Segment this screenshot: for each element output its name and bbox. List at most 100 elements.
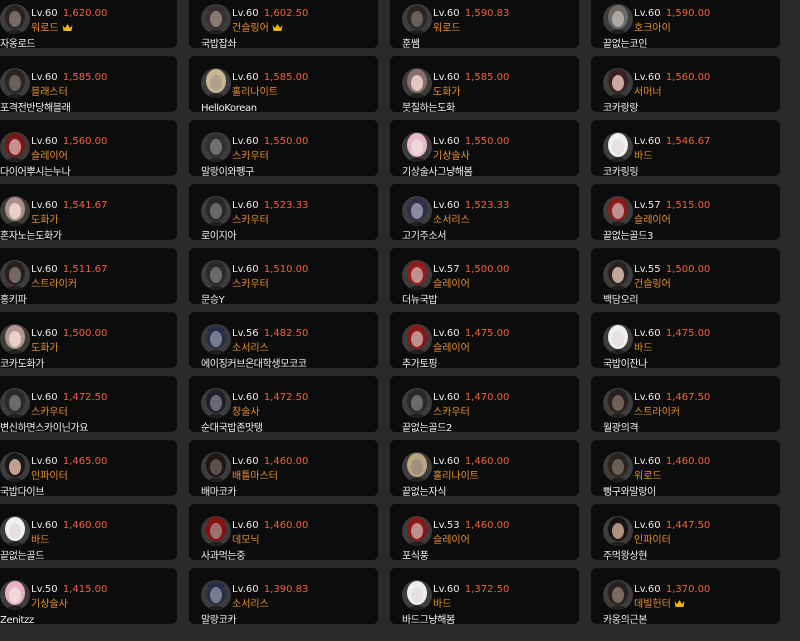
- character-name: 다이어뿌시는누나: [0, 167, 71, 176]
- character-card[interactable]: Lv.60 1,585.00 도화가 붓칠하는도화: [390, 56, 579, 112]
- character-card[interactable]: Lv.60 1,546.67 바드코카링링: [591, 120, 780, 176]
- character-card[interactable]: Lv.60 1,475.00 바드 국밥이잔나: [591, 312, 780, 368]
- character-class: 바드: [634, 343, 653, 354]
- level-score: Lv.60 1,590.83: [433, 7, 509, 20]
- character-card[interactable]: Lv.60 1,472.50 창술사 순대국밥존맛탱: [189, 376, 378, 432]
- item-level-score: 1,472.50: [263, 392, 309, 403]
- item-level-score: 1,546.67: [665, 136, 711, 147]
- item-level-score: 1,510.00: [263, 264, 309, 275]
- character-class: 기상술사: [433, 151, 470, 162]
- character-level: Lv.60: [31, 72, 58, 83]
- level-score: Lv.60 1,585.00: [31, 71, 107, 84]
- character-level: Lv.60: [634, 136, 661, 147]
- character-class: 소서리스: [232, 343, 269, 354]
- character-card[interactable]: Lv.60 1,550.00 스카우터 말랑이와펭구: [189, 120, 378, 176]
- class-row: 워로드: [433, 22, 461, 35]
- character-avatar: [0, 68, 30, 98]
- character-level: Lv.60: [433, 392, 460, 403]
- character-name: 변신하면스카이닌가요: [0, 423, 89, 432]
- item-level-score: 1,590.83: [464, 8, 510, 19]
- class-row: 스카우터: [31, 406, 68, 419]
- character-class: 스카우터: [433, 407, 470, 418]
- character-card[interactable]: Lv.60 1,460.00 배틀마스터 배마코카: [189, 440, 378, 496]
- class-row: 바드: [634, 150, 652, 163]
- item-level-score: 1,560.00: [665, 72, 711, 83]
- character-class: 바드: [433, 599, 452, 610]
- level-score: Lv.60 1,620.00: [31, 7, 107, 20]
- character-card[interactable]: Lv.60 1,560.00 서머너 코카랑랑: [591, 56, 780, 112]
- character-card[interactable]: Lv.60 1,523.33 스카우터 로이지아: [189, 184, 378, 240]
- character-card[interactable]: Lv.60 1,460.00 홀리나이트 끝없는자식: [390, 440, 579, 496]
- character-avatar: [603, 4, 633, 34]
- crown-icon: [62, 23, 73, 36]
- level-score: Lv.60 1,467.50: [634, 391, 710, 404]
- character-card[interactable]: Lv.57 1,515.00 슬레이어 끝없는골드3: [591, 184, 780, 240]
- character-avatar: [201, 580, 231, 610]
- character-level: Lv.60: [232, 8, 259, 19]
- character-card[interactable]: Lv.60 1,467.50 스트라이커 월광의격: [591, 376, 780, 432]
- character-card[interactable]: Lv.60 1,585.00 홀리나이트 HelloKorean: [189, 56, 378, 112]
- character-card[interactable]: Lv.60 1,460.00 바드 끝없는골드: [0, 504, 177, 560]
- character-card[interactable]: Lv.56 1,482.50 소서리스 에이징커브온대학생모코코: [189, 312, 378, 368]
- character-avatar: [603, 516, 633, 546]
- item-level-score: 1,460.00: [263, 456, 309, 467]
- character-card[interactable]: Lv.57 1,500.00 슬레이어 더뉴국밥: [390, 248, 579, 304]
- character-avatar: [0, 132, 30, 162]
- character-grid: Lv.60 1,620.00 워로드 자옹로드 Lv.60 1,602.50 건슬링어 국…: [0, 0, 800, 624]
- character-avatar: [402, 324, 432, 354]
- character-card[interactable]: Lv.60 1,460.00 데모닉 사과먹는중: [189, 504, 378, 560]
- character-card[interactable]: Lv.60 1,590.83 워로드 훈쌤: [390, 0, 579, 48]
- character-card[interactable]: Lv.60 1,560.00 슬레이어 다이어뿌시는누나: [0, 120, 177, 176]
- item-level-score: 1,550.00: [263, 136, 309, 147]
- level-score: Lv.60 1,470.00: [433, 391, 509, 404]
- character-card[interactable]: Lv.60 1,370.00 데빌헌터 카옹의근본: [591, 568, 780, 624]
- character-card[interactable]: Lv.60 1,500.00 도화가 코카도화가: [0, 312, 177, 368]
- character-card[interactable]: Lv.60 1,620.00 워로드 자옹로드: [0, 0, 177, 48]
- character-card[interactable]: Lv.60 1,465.00 인파이터 국밥다이브: [0, 440, 177, 496]
- character-card[interactable]: Lv.60 1,511.67 스트라이커 홍키파: [0, 248, 177, 304]
- character-card[interactable]: Lv.60 1,510.00 스카우터 문승Y: [189, 248, 378, 304]
- character-card[interactable]: Lv.60 1,390.83 소서리스 말랑코카: [189, 568, 378, 624]
- character-card[interactable]: Lv.55 1,500.00 건슬링어 백담오리: [591, 248, 780, 304]
- class-row: 기상술사: [433, 150, 470, 163]
- character-name: 코카링링: [603, 167, 639, 176]
- character-card[interactable]: Lv.60 1,372.50 바드 바드그냥해봄: [390, 568, 579, 624]
- character-avatar: [402, 580, 432, 610]
- character-card[interactable]: Lv.60 1,472.50 스카우터 변신하면스카이닌가요: [0, 376, 177, 432]
- level-score: Lv.60 1,460.00: [31, 519, 107, 532]
- item-level-score: 1,472.50: [62, 392, 108, 403]
- character-name: 붓칠하는도화: [402, 103, 455, 112]
- character-card[interactable]: Lv.60 1,585.00 블래스터 포격전반당해블래: [0, 56, 177, 112]
- character-level: Lv.60: [634, 8, 661, 19]
- character-avatar: [0, 260, 30, 290]
- level-score: Lv.60 1,465.00: [31, 455, 107, 468]
- level-score: Lv.56 1,482.50: [232, 327, 308, 340]
- character-card[interactable]: Lv.53 1,460.00 슬레이어 포식풍: [390, 504, 579, 560]
- level-score: Lv.60 1,447.50: [634, 519, 710, 532]
- item-level-score: 1,585.00: [62, 72, 108, 83]
- character-card[interactable]: Lv.60 1,590.00 호크아이 끝없는코인: [591, 0, 780, 48]
- level-score: Lv.53 1,460.00: [433, 519, 509, 532]
- class-row: 창술사: [232, 406, 260, 419]
- class-row: 워로드: [31, 22, 73, 36]
- class-row: 인파이터: [31, 470, 68, 483]
- character-card[interactable]: Lv.60 1,550.00 기상술사 기상술사그냥해봄: [390, 120, 579, 176]
- class-row: 슬레이어: [634, 214, 671, 227]
- class-row: 바드: [31, 534, 49, 547]
- character-name: 카옹의근본: [603, 615, 648, 624]
- character-avatar: [402, 260, 432, 290]
- character-card[interactable]: Lv.60 1,475.00 슬레이어 추가토핑: [390, 312, 579, 368]
- character-card[interactable]: Lv.60 1,470.00 스카우터 끝없는골드2: [390, 376, 579, 432]
- class-row: 홀리나이트: [433, 470, 479, 483]
- crown-icon: [674, 599, 685, 612]
- character-card[interactable]: Lv.60 1,447.50 인파이터 주먹왕상현: [591, 504, 780, 560]
- character-card[interactable]: Lv.60 1,541.67 도화가 혼자노는도화가: [0, 184, 177, 240]
- character-name: 말랑코카: [201, 615, 237, 624]
- item-level-score: 1,460.00: [62, 520, 108, 531]
- class-row: 슬레이어: [433, 278, 470, 291]
- character-card[interactable]: Lv.60 1,523.33 소서리스 고기주소서: [390, 184, 579, 240]
- character-card[interactable]: Lv.60 1,460.00 워로드 뻥구와말랑이: [591, 440, 780, 496]
- character-card[interactable]: Lv.50 1,415.00 기상술사 Zenitzz: [0, 568, 177, 624]
- crown-icon: [272, 23, 283, 36]
- character-card[interactable]: Lv.60 1,602.50 건슬링어 국밥잡솨: [189, 0, 378, 48]
